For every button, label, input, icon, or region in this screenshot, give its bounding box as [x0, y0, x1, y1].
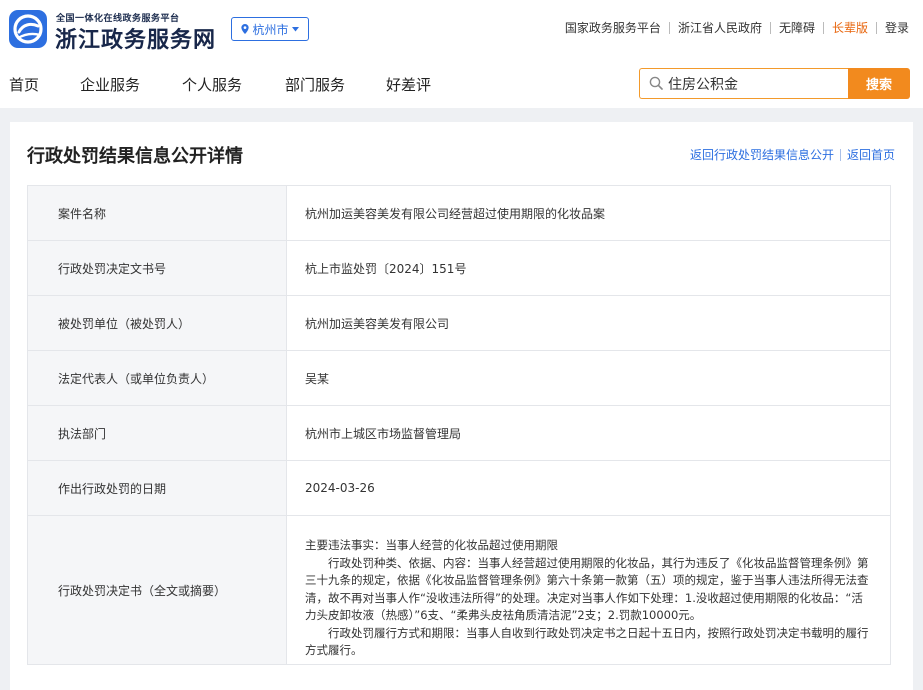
city-selector[interactable]: 杭州市 [231, 17, 309, 41]
decision-penalty: 行政处罚种类、依据、内容：当事人经营超过使用期限的化妆品，其行为违反了《化妆品监… [305, 555, 869, 623]
table-row: 作出行政处罚的日期 2024-03-26 [28, 461, 890, 516]
logo-icon[interactable] [9, 10, 47, 48]
field-value-legal-representative: 吴某 [305, 371, 330, 386]
search-input[interactable] [668, 74, 843, 94]
decision-facts: 主要违法事实：当事人经营的化妆品超过使用期限 [305, 538, 558, 552]
table-row: 行政处罚决定文书号 杭上市监处罚〔2024〕151号 [28, 241, 890, 296]
table-row: 案件名称 杭州加运美容美发有限公司经营超过使用期限的化妆品案 [28, 186, 890, 241]
field-value-enforcement-department: 杭州市上城区市场监督管理局 [305, 426, 462, 441]
nav-item-enterprise[interactable]: 企业服务 [80, 74, 140, 95]
page-title: 行政处罚结果信息公开详情 [27, 146, 243, 167]
field-label-penalized-party: 被处罚单位（被处罚人） [28, 296, 287, 350]
field-label-case-name: 案件名称 [28, 186, 287, 240]
field-label-decision-document: 行政处罚决定书（全文或摘要） [28, 516, 287, 664]
nav-item-home[interactable]: 首页 [9, 74, 39, 95]
field-label-enforcement-department: 执法部门 [28, 406, 287, 460]
caret-down-icon [291, 26, 299, 31]
nav-item-department[interactable]: 部门服务 [285, 74, 345, 95]
table-row: 法定代表人（或单位负责人） 吴某 [28, 351, 890, 406]
logo-title[interactable]: 浙江政务服务网 [55, 22, 216, 54]
link-provincial-government[interactable]: 浙江省人民政府 [670, 19, 770, 36]
location-pin-icon [241, 24, 250, 34]
city-label: 杭州市 [252, 22, 289, 37]
back-to-list-link[interactable]: 返回行政处罚结果信息公开 [690, 146, 834, 163]
detail-table: 案件名称 杭州加运美容美发有限公司经营超过使用期限的化妆品案 行政处罚决定文书号… [27, 185, 891, 665]
link-login[interactable]: 登录 [877, 19, 909, 36]
link-national-platform[interactable]: 国家政务服务平台 [557, 19, 669, 36]
divider [839, 148, 841, 161]
field-label-decision-date: 作出行政处罚的日期 [28, 461, 287, 515]
top-header: 全国一体化在线政务服务平台 浙江政务服务网 杭州市 国家政务服务平台 浙江省人民… [0, 0, 923, 58]
breadcrumb: 返回行政处罚结果信息公开 返回首页 [690, 146, 895, 163]
search-icon [649, 76, 663, 90]
main-nav: 首页 企业服务 个人服务 部门服务 好差评 搜索 [0, 58, 923, 108]
field-value-case-name: 杭州加运美容美发有限公司经营超过使用期限的化妆品案 [305, 206, 606, 221]
link-elder-version[interactable]: 长辈版 [824, 19, 876, 36]
field-value-decision-document: 主要违法事实：当事人经营的化妆品超过使用期限 行政处罚种类、依据、内容：当事人经… [287, 516, 890, 664]
table-row: 被处罚单位（被处罚人） 杭州加运美容美发有限公司 [28, 296, 890, 351]
search-box [639, 68, 849, 99]
table-row: 行政处罚决定书（全文或摘要） 主要违法事实：当事人经营的化妆品超过使用期限 行政… [28, 516, 890, 664]
nav-item-evaluation[interactable]: 好差评 [386, 74, 431, 95]
field-value-penalized-party: 杭州加运美容美发有限公司 [305, 316, 450, 331]
top-links: 国家政务服务平台 浙江省人民政府 无障碍 长辈版 登录 [557, 19, 909, 36]
nav-item-personal[interactable]: 个人服务 [182, 74, 242, 95]
decision-fulfillment: 行政处罚履行方式和期限：当事人自收到行政处罚决定书之日起十五日内，按照行政处罚决… [305, 625, 869, 658]
table-row: 执法部门 杭州市上城区市场监督管理局 [28, 406, 890, 461]
field-value-decision-date: 2024-03-26 [305, 481, 375, 495]
search-button[interactable]: 搜索 [848, 68, 910, 99]
field-label-document-number: 行政处罚决定文书号 [28, 241, 287, 295]
search-bar: 搜索 [639, 68, 910, 99]
back-to-home-link[interactable]: 返回首页 [847, 146, 895, 163]
field-value-document-number: 杭上市监处罚〔2024〕151号 [305, 261, 467, 276]
link-accessibility[interactable]: 无障碍 [771, 19, 823, 36]
field-label-legal-representative: 法定代表人（或单位负责人） [28, 351, 287, 405]
detail-panel: 行政处罚结果信息公开详情 返回行政处罚结果信息公开 返回首页 案件名称 杭州加运… [10, 122, 913, 690]
